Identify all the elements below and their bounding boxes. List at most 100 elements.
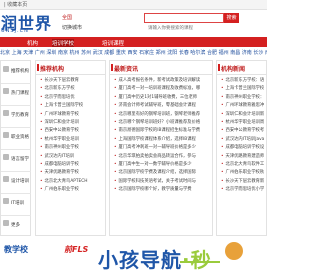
nav-item-schools[interactable]: 培训学校 xyxy=(52,39,75,47)
category-icon xyxy=(3,66,9,72)
sidebar-item-language[interactable]: 语言留学 xyxy=(1,149,31,172)
list-item[interactable]: 深圳仁和会计培训 xyxy=(40,119,103,127)
list-item[interactable]: 北京学而思培优 xyxy=(40,94,103,102)
sidebar-item-hot[interactable]: 热门课程 xyxy=(1,83,31,106)
latest-news-panel: 最新资讯 成人高考报名条件，新考试政策及培训解读厦门高考一对一培训班课程及收费标… xyxy=(109,60,213,236)
list-item[interactable]: 杭州华宇职业培训 xyxy=(40,136,103,144)
search-input[interactable] xyxy=(145,24,223,33)
topbar-links[interactable]: | 收藏本页 xyxy=(4,1,27,8)
panel-header: 推荐机构 xyxy=(36,61,105,75)
panel-title: 最新资讯 xyxy=(114,66,139,73)
category-icon xyxy=(3,88,9,94)
sidebar-item-label: IT培训 xyxy=(11,201,25,206)
sidebar-item-qualification[interactable]: 职业资格 xyxy=(1,127,31,150)
category-icon xyxy=(3,220,9,226)
watermark-main: 小孩导航 xyxy=(98,248,182,272)
sidebar-item-label: 更多 xyxy=(11,223,20,228)
category-icon xyxy=(3,176,9,182)
header-accent-bar xyxy=(37,64,39,71)
list-item[interactable]: 北京哪里有好的钢琴培训班，钢琴老师推荐 xyxy=(114,111,210,119)
list-item[interactable]: 北京北大青鸟软件工程课程 xyxy=(221,161,264,169)
sidebar-item-design[interactable]: 设计培训 xyxy=(1,171,31,194)
sidebar-item-label: 职业资格 xyxy=(11,135,29,140)
list-item[interactable]: 北京新东方学校 xyxy=(40,85,103,93)
list-item[interactable]: 北京哪个钢琴培训班好？小班课推荐及价格 xyxy=(114,119,210,127)
sidebar-item-label: 推荐机构 xyxy=(11,69,29,74)
header-accent-bar xyxy=(111,64,113,71)
city-links-row[interactable]: 北京 上海 天津 广州 深圳 南京 杭州 苏州 武汉 成都 重庆 西安 石家庄 … xyxy=(0,49,267,58)
list-item[interactable]: 深圳仁和会计培训新课程上线 xyxy=(221,111,264,119)
list-item[interactable]: 长沙天下层云教育新校区 xyxy=(221,178,264,186)
list-item[interactable]: 济南会计师考试辅导班，零基础会计课程 xyxy=(114,102,210,110)
list-item[interactable]: 厦门高中历史1对1辅导班收费，三位老师 xyxy=(114,94,210,102)
list-item[interactable]: 天津优路教育建造师培训班 xyxy=(221,153,264,161)
institution-news-list: 北京新东方学校：语言成长方案上海卡普兰国际学校英语培训班南京神州职业学校：会计实… xyxy=(221,77,264,194)
list-item[interactable]: 广州伯乐职业学校秋季招生 xyxy=(221,169,264,177)
panel-header: 最新资讯 xyxy=(110,61,212,75)
watermark-underline xyxy=(180,261,220,263)
panel-title: 推荐机构 xyxy=(40,66,65,73)
list-item[interactable]: 上海国际学校课程体系介绍，选择IB课程 xyxy=(114,136,210,144)
category-icon xyxy=(3,154,9,160)
list-item[interactable]: 上海卡普兰国际学校 xyxy=(40,102,103,110)
sidebar-item-academic[interactable]: 学历教育 xyxy=(1,105,31,128)
list-item[interactable]: 成人高考报名条件，新考试政策及培训解读 xyxy=(114,77,210,85)
list-item[interactable]: 武汉达内IT培训 xyxy=(40,153,103,161)
list-item[interactable]: 广州伯乐职业学校 xyxy=(40,186,103,194)
institution-news-panel: 机构新闻 北京新东方学校：语言成长方案上海卡普兰国际学校英语培训班南京神州职业学… xyxy=(216,60,267,236)
list-item[interactable]: 上海卡普兰国际学校英语培训班 xyxy=(221,85,264,93)
list-item[interactable]: 武汉达内IT培训Java就业班 xyxy=(221,136,264,144)
site-logo-sub: UNSJ.CN xyxy=(1,28,29,34)
list-item[interactable]: 北京新东方学校：语言成长方案 xyxy=(221,77,264,85)
watermark-text: 小孩导航·秒 xyxy=(98,244,212,273)
main-nav: 机构 培训学校 培训课程 xyxy=(0,37,267,47)
sidebar-item-recommend[interactable]: 推荐机构 xyxy=(1,61,31,84)
news-list: 成人高考报名条件，新考试政策及培训解读厦门高考一对一培训班课程及收费标准，哪厦门… xyxy=(114,77,210,194)
list-item[interactable]: 南京神州职业学校 xyxy=(40,144,103,152)
nav-item-courses[interactable]: 培训课程 xyxy=(102,39,124,47)
list-item[interactable]: 天津优路教育学校 xyxy=(40,169,103,177)
header-accent-bar xyxy=(218,64,220,71)
list-item[interactable]: 北京国际学校哪个好，教学质量与学费 xyxy=(114,186,210,194)
search-box[interactable] xyxy=(144,13,224,33)
current-city[interactable]: 全国 xyxy=(62,14,72,21)
partner-logo-circle-icon[interactable] xyxy=(225,242,243,260)
list-item[interactable]: 厦门高考冲刺班一对一辅导班价格是多少 xyxy=(114,144,210,152)
partner-logo-fls[interactable]: 前FLS xyxy=(64,244,88,255)
category-icon xyxy=(3,110,9,116)
list-item[interactable]: 南京神州职业学校：会计实操班开课 xyxy=(221,94,264,102)
sidebar-item-label: 语言留学 xyxy=(11,157,29,162)
list-item[interactable]: 成都电脑培训学校设计课程 xyxy=(221,144,264,152)
recommended-institutions-panel: 推荐机构 长沙天下层云教育北京新东方学校北京学而思培优上海卡普兰国际学校广州环球… xyxy=(35,60,106,236)
list-item[interactable]: 长沙天下层云教育 xyxy=(40,77,103,85)
panel-title: 机构新闻 xyxy=(221,66,246,73)
sidebar-item-it[interactable]: IT培训 xyxy=(1,193,31,216)
sidebar-item-more[interactable]: 更多 xyxy=(1,215,31,237)
list-item[interactable]: 北京北大青鸟APTECH xyxy=(40,178,103,186)
list-item[interactable]: 西安中公教育学校考研辅导班 xyxy=(221,127,264,135)
watermark-accent: ·秒 xyxy=(182,248,212,272)
list-item[interactable]: 北京国际学校学费及课程介绍，选择国际 xyxy=(114,169,210,177)
top-bar: | 收藏本页 xyxy=(0,0,267,10)
sidebar-item-label: 设计培训 xyxy=(11,179,29,184)
panel-header: 机构新闻 xyxy=(217,61,266,75)
switch-city-link[interactable]: 切换城市 xyxy=(62,24,82,31)
list-item[interactable]: 北京学而思培优小学数学班 xyxy=(221,186,264,194)
nav-item-institutions[interactable]: 机构 xyxy=(27,39,38,47)
list-item[interactable]: 国际学校科技英语考试，关于考试时间与 xyxy=(114,178,210,186)
list-item[interactable]: 北京华琪拍卖拍卖会商品转运合作，参与 xyxy=(114,153,210,161)
list-item[interactable]: 广州环球教育学校 xyxy=(40,111,103,119)
list-item[interactable]: 杭州华宇职业培训周末班开课 xyxy=(221,119,264,127)
list-item[interactable]: 厦门高考一对一培训班课程及收费标准，哪 xyxy=(114,85,210,93)
list-item[interactable]: 成都电脑培训学校 xyxy=(40,161,103,169)
category-icon xyxy=(3,198,9,204)
category-sidebar: 推荐机构 热门课程 学历教育 职业资格 语言留学 设计培训 IT培训 更多 xyxy=(0,60,31,236)
partner-logo-school[interactable]: 教学校 xyxy=(4,244,28,255)
sidebar-item-label: 热门课程 xyxy=(11,91,29,96)
category-icon xyxy=(3,132,9,138)
list-item[interactable]: 南京昂德国际学校的IB课程招生标准与学费 xyxy=(114,127,210,135)
list-item[interactable]: 广州环球教育雅思冲刺班招生 xyxy=(221,102,264,110)
search-button[interactable]: 搜索 xyxy=(224,13,239,23)
list-item[interactable]: 厦门高中生一对一数学辅导价格是多少 xyxy=(114,161,210,169)
list-item[interactable]: 西安中公教育学校 xyxy=(40,127,103,135)
